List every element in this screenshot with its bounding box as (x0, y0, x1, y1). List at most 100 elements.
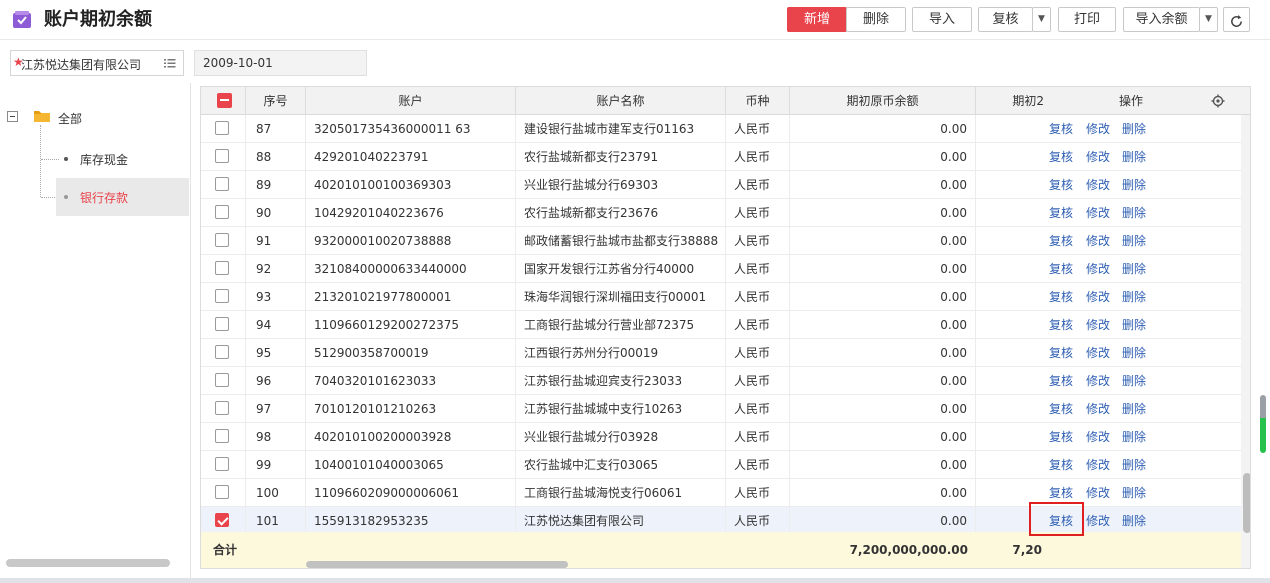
row-checkbox[interactable] (215, 513, 229, 527)
edit-link[interactable]: 修改 (1086, 227, 1110, 255)
edit-link[interactable]: 修改 (1086, 199, 1110, 227)
review-link[interactable]: 复核 (1049, 255, 1073, 283)
table-row[interactable]: 101 155913182953235 江苏悦达集团有限公司 人民币 0.00 复核 修改删… (201, 507, 1241, 535)
table-row[interactable]: 97 7010120101210263 江苏银行盐城城中支行10263 人民币 0.00… (201, 395, 1241, 423)
tree-node-bank-deposit[interactable]: 银行存款 (56, 178, 189, 216)
edit-link[interactable]: 修改 (1086, 395, 1110, 423)
import-balance-dropdown-button[interactable]: ▼ (1199, 7, 1218, 32)
review-link[interactable]: 复核 (1049, 423, 1073, 451)
delete-link[interactable]: 删除 (1122, 171, 1146, 199)
print-button[interactable]: 打印 (1058, 7, 1116, 32)
review-dropdown-button[interactable]: ▼ (1032, 7, 1051, 32)
edit-link[interactable]: 修改 (1086, 171, 1110, 199)
table-row[interactable]: 88 429201040223791 农行盐城新都支行23791 人民币 0.00 复核修… (201, 143, 1241, 171)
edit-link[interactable]: 修改 (1086, 311, 1110, 339)
table-row[interactable]: 100 1109660209000006061 工商银行盐城海悦支行06061 人民币… (201, 479, 1241, 507)
row-checkbox[interactable] (215, 429, 229, 443)
delete-link[interactable]: 删除 (1122, 199, 1146, 227)
review-link[interactable]: 复核 (1049, 451, 1073, 479)
date-field[interactable]: 2009-10-01 (194, 50, 367, 76)
table-row[interactable]: 90 10429201040223676 农行盐城新都支行23676 人民币 0.00 复… (201, 199, 1241, 227)
vertical-scroll-thumb[interactable] (1243, 473, 1250, 533)
review-button[interactable]: 复核 (978, 7, 1033, 32)
edit-link[interactable]: 修改 (1086, 479, 1110, 507)
delete-link[interactable]: 删除 (1122, 227, 1146, 255)
table-row[interactable]: 92 32108400000633440000 国家开发银行江苏省分行40000 人民… (201, 255, 1241, 283)
gear-icon[interactable] (1211, 94, 1227, 108)
delete-link[interactable]: 删除 (1122, 311, 1146, 339)
row-checkbox[interactable] (215, 345, 229, 359)
row-checkbox[interactable] (215, 261, 229, 275)
delete-link[interactable]: 删除 (1122, 283, 1146, 311)
delete-link[interactable]: 删除 (1122, 255, 1146, 283)
delete-link[interactable]: 删除 (1122, 367, 1146, 395)
review-link[interactable]: 复核 (1049, 171, 1073, 199)
row-checkbox[interactable] (215, 457, 229, 471)
row-checkbox[interactable] (215, 317, 229, 331)
row-checkbox[interactable] (215, 289, 229, 303)
delete-link[interactable]: 删除 (1122, 143, 1146, 171)
row-checkbox[interactable] (215, 485, 229, 499)
delete-link[interactable]: 删除 (1122, 339, 1146, 367)
delete-link[interactable]: 删除 (1122, 507, 1146, 535)
column-header-seq[interactable]: 序号 (246, 87, 306, 115)
row-checkbox[interactable] (215, 205, 229, 219)
review-link[interactable]: 复核 (1049, 227, 1073, 255)
review-link[interactable]: 复核 (1049, 115, 1073, 143)
row-checkbox[interactable] (215, 121, 229, 135)
table-row[interactable]: 89 402010100100369303 兴业银行盐城分行69303 人民币 0.00… (201, 171, 1241, 199)
table-row[interactable]: 91 932000010020738888 邮政储蓄银行盐城市盐都支行38888 人民… (201, 227, 1241, 255)
table-row[interactable]: 98 402010100200003928 兴业银行盐城分行03928 人民币 0.00… (201, 423, 1241, 451)
column-header-account-name[interactable]: 账户名称 (516, 87, 726, 115)
delete-button[interactable]: 删除 (846, 7, 906, 32)
company-select[interactable]: ★ 江苏悦达集团有限公司 (10, 50, 184, 76)
table-row[interactable]: 93 213201021977800001 珠海华润银行深圳福田支行00001 人民币… (201, 283, 1241, 311)
tree-root[interactable]: 全部 (58, 110, 82, 127)
column-header-account[interactable]: 账户 (306, 87, 516, 115)
review-link[interactable]: 复核 (1049, 367, 1073, 395)
edit-link[interactable]: 修改 (1086, 115, 1110, 143)
row-checkbox[interactable] (215, 401, 229, 415)
table-row[interactable]: 96 7040320101623033 江苏银行盐城迎宾支行23033 人民币 0.00… (201, 367, 1241, 395)
column-header-currency[interactable]: 币种 (726, 87, 790, 115)
row-checkbox[interactable] (215, 149, 229, 163)
review-link[interactable]: 复核 (1049, 395, 1073, 423)
import-balance-button[interactable]: 导入余额 (1123, 7, 1200, 32)
review-link[interactable]: 复核 (1049, 199, 1073, 227)
table-row[interactable]: 99 10400101040003065 农行盐城中汇支行03065 人民币 0.00 复… (201, 451, 1241, 479)
edit-link[interactable]: 修改 (1086, 339, 1110, 367)
delete-link[interactable]: 删除 (1122, 423, 1146, 451)
horizontal-scroll-thumb[interactable] (306, 561, 568, 568)
delete-link[interactable]: 删除 (1122, 115, 1146, 143)
select-all-checkbox[interactable] (217, 93, 232, 108)
edit-link[interactable]: 修改 (1086, 143, 1110, 171)
edit-link[interactable]: 修改 (1086, 507, 1110, 535)
edit-link[interactable]: 修改 (1086, 367, 1110, 395)
delete-link[interactable]: 删除 (1122, 479, 1146, 507)
collapse-toggle[interactable] (7, 111, 18, 122)
column-header-balance-local[interactable]: 期初2 (976, 87, 1056, 115)
edit-link[interactable]: 修改 (1086, 423, 1110, 451)
row-checkbox[interactable] (215, 177, 229, 191)
edit-link[interactable]: 修改 (1086, 255, 1110, 283)
add-button[interactable]: 新增 (787, 7, 847, 32)
delete-link[interactable]: 删除 (1122, 395, 1146, 423)
refresh-button[interactable] (1223, 7, 1250, 32)
row-checkbox[interactable] (215, 373, 229, 387)
review-link[interactable]: 复核 (1049, 283, 1073, 311)
edit-link[interactable]: 修改 (1086, 283, 1110, 311)
row-checkbox[interactable] (215, 233, 229, 247)
tree-node-cash[interactable]: 库存现金 (56, 140, 189, 178)
review-link[interactable]: 复核 (1049, 339, 1073, 367)
review-link[interactable]: 复核 (1049, 143, 1073, 171)
table-row[interactable]: 87 320501735436000011 63 建设银行盐城市建军支行01163 人… (201, 115, 1241, 143)
table-row[interactable]: 94 1109660129200272375 工商银行盐城分行营业部72375 人民币… (201, 311, 1241, 339)
review-link[interactable]: 复核 (1049, 311, 1073, 339)
column-header-balance[interactable]: 期初原币余额 (790, 87, 976, 115)
delete-link[interactable]: 删除 (1122, 451, 1146, 479)
table-row[interactable]: 95 512900358700019 江西银行苏州分行00019 人民币 0.00 复核修… (201, 339, 1241, 367)
edit-link[interactable]: 修改 (1086, 451, 1110, 479)
tree-horizontal-scrollbar[interactable] (6, 559, 170, 567)
import-button[interactable]: 导入 (912, 7, 972, 32)
list-icon[interactable] (164, 58, 176, 69)
